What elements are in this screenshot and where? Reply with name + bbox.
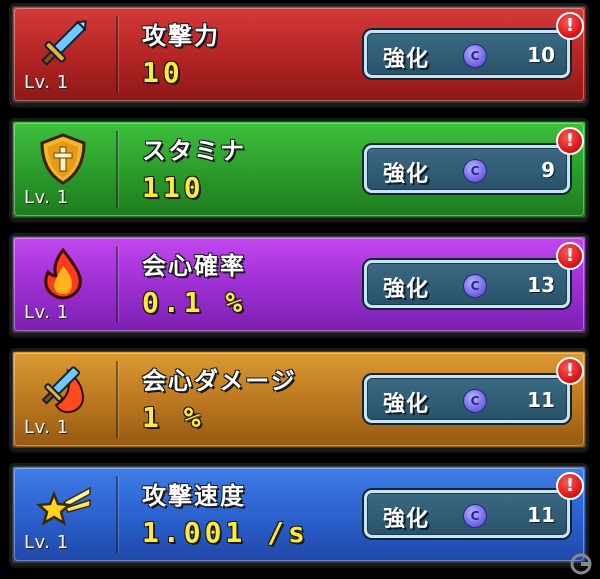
stat-card-crit-damage: Lv. 1 会心ダメージ 1 % 強化 C 11 ! [9, 348, 589, 451]
stat-value: 110 [142, 171, 205, 204]
level-label: Lv. 1 [24, 417, 69, 438]
upgrade-button-crit-damage[interactable]: 強化 C 11 [364, 375, 570, 423]
stat-value: 1.001 /s [142, 516, 309, 549]
coin-icon: C [463, 504, 487, 528]
coin-icon: C [463, 44, 487, 68]
stat-value: 10 [142, 56, 184, 89]
upgrade-button-stamina[interactable]: 強化 C 9 [364, 145, 570, 193]
level-label: Lv. 1 [24, 72, 69, 93]
coin-icon: C [463, 274, 487, 298]
alert-badge: ! [556, 472, 584, 500]
upgrade-label: 強化 [383, 507, 430, 532]
upgrade-cost: 11 [527, 503, 555, 527]
alert-badge: ! [556, 127, 584, 155]
stat-card-stamina: Lv. 1 スタミナ 110 強化 C 9 ! [9, 118, 589, 221]
alert-badge: ! [556, 12, 584, 40]
divider [116, 476, 118, 553]
level-label: Lv. 1 [24, 302, 69, 323]
upgrade-button-crit-rate[interactable]: 強化 C 13 [364, 260, 570, 308]
shield-icon [34, 131, 92, 187]
stat-value: 0.1 % [142, 286, 247, 319]
stat-card-crit-rate: Lv. 1 会心確率 0.1 % 強化 C 13 ! [9, 233, 589, 336]
upgrade-label: 強化 [383, 47, 430, 72]
upgrade-label: 強化 [383, 162, 430, 187]
shooting-star-icon [34, 476, 92, 532]
upgrade-label: 強化 [383, 392, 430, 417]
upgrade-button-attack[interactable]: 強化 C 10 [364, 30, 570, 78]
stat-name: 攻撃速度 [142, 482, 246, 510]
gamer-logo-watermark [566, 553, 596, 575]
coin-icon: C [463, 389, 487, 413]
level-label: Lv. 1 [24, 187, 69, 208]
sword-icon [34, 16, 92, 72]
stat-name: 攻撃力 [142, 22, 220, 50]
stat-card-attack: Lv. 1 攻撃力 10 強化 C 10 ! [9, 3, 589, 106]
coin-icon: C [463, 159, 487, 183]
stat-value: 1 % [142, 401, 205, 434]
upgrade-cost: 11 [527, 388, 555, 412]
stat-name: 会心確率 [142, 252, 246, 280]
stat-card-attack-speed: Lv. 1 攻撃速度 1.001 /s 強化 C 11 ! [9, 463, 589, 566]
upgrade-cost: 10 [527, 43, 555, 67]
upgrade-label: 強化 [383, 277, 430, 302]
stat-name: スタミナ [142, 137, 246, 165]
upgrade-cost: 13 [527, 273, 555, 297]
divider [116, 246, 118, 323]
flaming-sword-icon [34, 361, 92, 417]
fire-icon [34, 246, 92, 302]
stat-name: 会心ダメージ [142, 367, 297, 395]
divider [116, 361, 118, 438]
upgrade-cost: 9 [541, 158, 555, 182]
level-label: Lv. 1 [24, 532, 69, 553]
alert-badge: ! [556, 242, 584, 270]
divider [116, 16, 118, 93]
upgrade-button-attack-speed[interactable]: 強化 C 11 [364, 490, 570, 538]
divider [116, 131, 118, 208]
alert-badge: ! [556, 357, 584, 385]
